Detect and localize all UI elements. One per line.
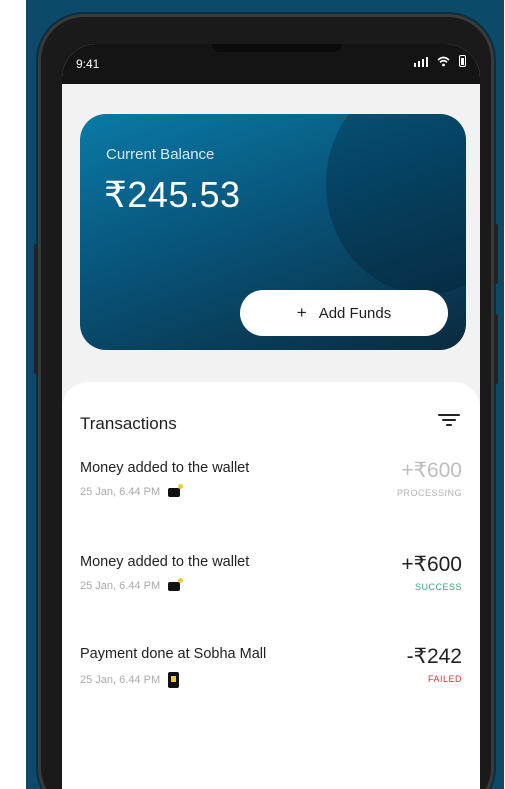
background: 9:41 Current Balance ₹245.53 + Add Funds… [26,0,504,789]
filter-icon[interactable] [438,412,460,428]
balance-card: Current Balance ₹245.53 + Add Funds [80,114,466,350]
phone-screen: 9:41 Current Balance ₹245.53 + Add Funds… [62,44,480,789]
transaction-item[interactable]: Money added to the wallet 25 Jan, 6.44 P… [80,459,462,510]
transactions-panel: Transactions Money added to the wallet 2… [62,382,480,789]
power-button [494,224,498,284]
wifi-icon [437,56,450,67]
transaction-datetime: 25 Jan, 6.44 PM [80,580,161,592]
add-funds-button[interactable]: + Add Funds [240,290,448,336]
status-icons [413,55,466,67]
transaction-datetime: 25 Jan, 6.44 PM [80,674,161,686]
left-margin [0,0,26,789]
add-funds-label: Add Funds [318,304,392,322]
transaction-description: Payment done at Sobha Mall [80,646,267,662]
balance-amount: ₹245.53 [104,174,241,215]
battery-icon [459,55,466,67]
status-bar: 9:41 [62,44,480,84]
transaction-item[interactable]: Money added to the wallet 25 Jan, 6.44 P… [80,553,462,604]
card-decoration [326,114,466,294]
volume-button [34,244,38,374]
mobile-payment-icon [168,672,180,688]
wallet-icon [168,577,184,591]
transactions-title: Transactions [80,414,177,433]
side-button [494,314,498,384]
transaction-amount: +₹600 [401,553,462,576]
status-time: 9:41 [76,57,100,71]
transaction-status: SUCCESS [414,582,462,592]
transaction-amount: -₹242 [406,645,462,668]
transaction-status: PROCESSING [396,488,462,498]
transaction-description: Money added to the wallet [80,460,250,476]
transaction-amount: +₹600 [401,459,462,482]
wallet-icon [168,483,184,497]
signal-icon [413,56,428,67]
transaction-datetime: 25 Jan, 6.44 PM [80,486,161,498]
transaction-item[interactable]: Payment done at Sobha Mall 25 Jan, 6.44 … [80,645,462,696]
plus-icon: + [296,303,307,322]
transaction-meta: 25 Jan, 6.44 PM [80,672,180,688]
transaction-status: FAILED [427,674,462,684]
transaction-meta: 25 Jan, 6.44 PM [80,483,184,498]
transaction-description: Money added to the wallet [80,554,250,570]
notch [212,44,342,52]
phone-frame: 9:41 Current Balance ₹245.53 + Add Funds… [34,14,498,789]
transaction-meta: 25 Jan, 6.44 PM [80,577,184,592]
balance-label: Current Balance [106,146,215,163]
